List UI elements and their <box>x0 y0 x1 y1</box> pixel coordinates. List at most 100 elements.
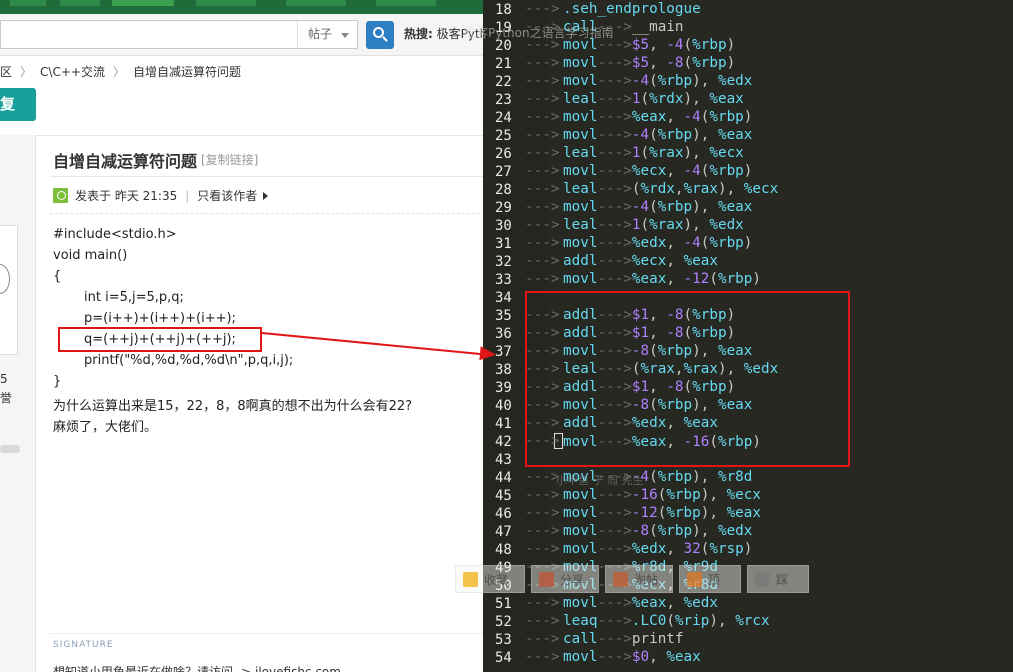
downvote-label: 踩 <box>776 573 789 587</box>
code-token: ) <box>743 109 753 125</box>
code-token: ( <box>683 55 693 71</box>
code-line[interactable]: ---> movl--->-4(%rbp), %eax <box>525 127 752 143</box>
code-token: ( <box>640 91 650 107</box>
code-token: , <box>666 253 684 269</box>
tab-marker: ---> <box>597 595 632 611</box>
code-line[interactable]: ---> movl--->$0, %eax <box>525 649 701 665</box>
instruction-mnemonic: movl <box>563 73 598 89</box>
share-icon <box>539 572 554 587</box>
code-token: $0 <box>631 649 650 665</box>
code-line[interactable]: ---> leal--->1(%rax), %ecx <box>525 145 744 161</box>
search-input[interactable]: 帖子 <box>0 20 358 49</box>
nav-tab[interactable] <box>60 0 100 6</box>
code-token: ( <box>666 613 675 629</box>
downvote-button[interactable]: 踩 <box>747 565 809 593</box>
reply-button[interactable]: 复 <box>0 88 36 121</box>
code-token: -4 <box>683 235 701 251</box>
code-line[interactable]: ---> addl--->%ecx, %eax <box>525 253 718 269</box>
code-line[interactable]: ---> movl--->$5, -8(%rbp) <box>525 55 735 71</box>
tab-marker: ---> <box>597 217 632 233</box>
star-icon <box>463 572 478 587</box>
arrow-line <box>261 332 491 357</box>
code-token: , <box>649 649 667 665</box>
code-line[interactable]: ---> leaq--->.LC0(%rip), %rcx <box>525 613 770 629</box>
code-line[interactable]: ---> movl--->-4(%rbp), %eax <box>525 199 753 215</box>
code-token: ) <box>743 541 753 557</box>
code-line[interactable]: ---> movl--->%edx, -4(%rbp) <box>525 235 753 251</box>
post-body-line: 麻烦了，大佬们。 <box>53 420 158 435</box>
instruction-mnemonic: movl <box>563 127 598 143</box>
code-line[interactable]: ---> movl--->-8(%rbp), %edx <box>525 523 752 539</box>
code-token: %eax <box>717 199 753 215</box>
breadcrumb-item[interactable]: 自增自减运算符问题 <box>133 65 241 79</box>
code-line[interactable]: ---> leal--->(%rdx,%rax), %ecx <box>525 181 778 197</box>
upvote-button[interactable]: 顶 <box>679 565 741 593</box>
collect-button[interactable]: 淘帖 <box>605 565 673 593</box>
post-body-line: 为什么运算出来是15，22，8，8啊真的想不出为什么会有22? <box>53 399 413 414</box>
code-token: %ecx <box>726 487 762 503</box>
tab-marker: ---> <box>597 541 632 557</box>
search-button[interactable] <box>366 21 394 49</box>
instruction-mnemonic: movl <box>563 109 598 125</box>
code-line[interactable]: ---> movl--->-12(%rbp), %eax <box>525 505 761 521</box>
nav-tab-active[interactable] <box>112 0 174 6</box>
instruction-mnemonic: movl <box>563 523 598 539</box>
code-line[interactable]: ---> movl--->%ecx, -4(%rbp) <box>525 163 752 179</box>
instruction-mnemonic: movl <box>563 163 598 179</box>
breadcrumb-item[interactable]: C\C++交流 <box>40 65 105 79</box>
code-token: %rdx <box>649 91 684 107</box>
tab-marker: ---> <box>525 505 560 521</box>
highlight-box <box>525 291 850 467</box>
thumbs-down-icon <box>755 572 770 587</box>
code-line[interactable]: ---> movl--->%edx, 32(%rsp) <box>525 541 753 557</box>
tab-marker: ---> <box>597 271 632 287</box>
tab-marker: ---> <box>525 649 560 665</box>
highlight-box <box>58 327 262 352</box>
code-token: ) <box>743 235 753 251</box>
share-button[interactable]: 分享 <box>531 565 599 593</box>
collect-label: 淘帖 <box>634 573 659 587</box>
code-line[interactable]: ---> call--->printf <box>525 631 684 647</box>
nav-tab[interactable] <box>196 0 256 6</box>
code-token: %edx <box>709 217 744 233</box>
nav-tab[interactable] <box>376 0 436 6</box>
search-type-select[interactable]: 帖子 <box>297 21 357 48</box>
caret-right-icon[interactable] <box>263 192 269 200</box>
code-line[interactable]: ---> leal--->1(%rdx), %eax <box>525 91 744 107</box>
tab-marker: ---> <box>525 1 560 17</box>
code-line[interactable]: ---> leal--->1(%rax), %edx <box>525 217 744 233</box>
avatar[interactable] <box>0 225 18 355</box>
code-token: ( <box>649 523 658 539</box>
tab-marker: ---> <box>525 199 560 215</box>
code-line[interactable]: ---> movl--->%eax, %edx <box>525 595 718 611</box>
code-token: %eax <box>683 253 718 269</box>
only-author-link[interactable]: 只看该作者 <box>197 189 257 203</box>
code-token: ), <box>692 73 718 89</box>
code-token: ( <box>649 199 658 215</box>
copy-link[interactable]: [复制链接] <box>201 151 258 168</box>
code-token: 32 <box>683 541 701 557</box>
code-line[interactable]: ---> movl--->%eax, -12(%rbp) <box>525 271 761 287</box>
tab-marker: ---> <box>597 127 632 143</box>
code-token: __main <box>631 19 684 35</box>
tab-marker: ---> <box>597 91 632 107</box>
code-token: -12 <box>683 271 710 287</box>
code-line[interactable]: ---> movl--->-4(%rbp), %edx <box>525 73 752 89</box>
chevron-down-icon <box>341 33 349 38</box>
code-token: %eax <box>666 649 701 665</box>
instruction-mnemonic: leal <box>563 91 598 107</box>
tab-marker: ---> <box>525 631 560 647</box>
nav-tab[interactable] <box>10 0 46 6</box>
thumbs-up-icon <box>687 572 702 587</box>
code-token: ), <box>692 127 718 143</box>
code-line[interactable]: ---> .seh_endprologue <box>525 1 701 17</box>
instruction-mnemonic: movl <box>563 235 598 251</box>
instruction-mnemonic: leal <box>563 145 598 161</box>
upvote-label: 顶 <box>708 573 721 587</box>
code-token: %rip <box>674 613 710 629</box>
favorite-button[interactable]: 收藏 <box>455 565 525 593</box>
code-line[interactable]: ---> movl--->%eax, -4(%rbp) <box>525 109 753 125</box>
breadcrumb-item[interactable]: 区 <box>0 65 12 79</box>
nav-tab[interactable] <box>286 0 346 6</box>
code-line[interactable]: ---> movl--->-16(%rbp), %ecx <box>525 487 762 503</box>
